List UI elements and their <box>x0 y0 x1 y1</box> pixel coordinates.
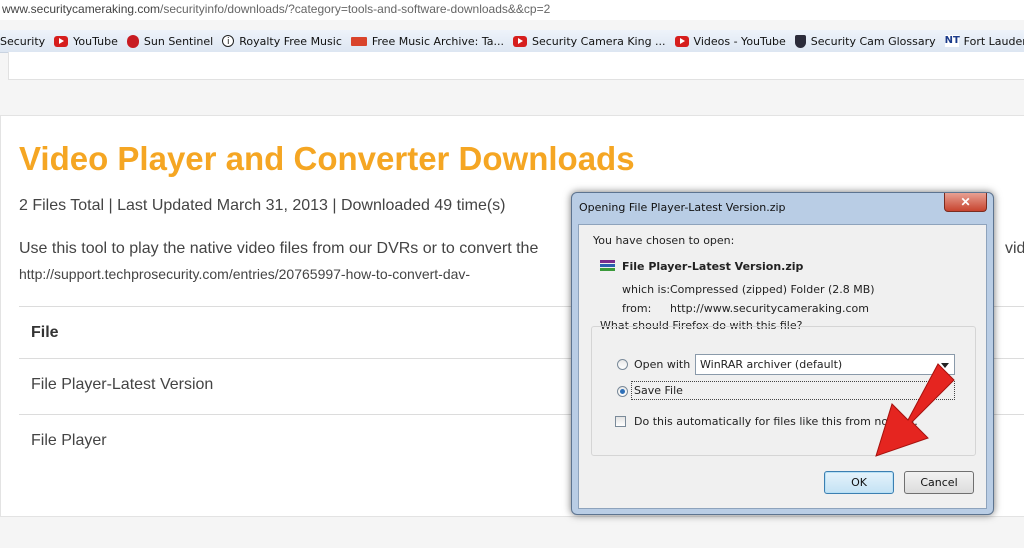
bookmark-label: Videos - YouTube <box>693 34 786 48</box>
auto-checkbox[interactable] <box>615 416 626 427</box>
open-with-label[interactable]: Open with <box>634 358 690 371</box>
sun-sentinel-icon <box>126 34 139 48</box>
cancel-button[interactable]: Cancel <box>904 471 974 494</box>
bookmark-label: Royalty Free Music <box>239 34 342 48</box>
file-name: File Player-Latest Version.zip <box>622 260 804 273</box>
youtube-icon <box>513 35 527 47</box>
open-with-radio[interactable] <box>617 359 628 370</box>
dialog-title: Opening File Player-Latest Version.zip <box>579 201 786 214</box>
bookmark-label: Fort Lauderdale and P... <box>963 34 1024 48</box>
bookmark-label: Sun Sentinel <box>143 34 214 48</box>
file-type: Compressed (zipped) Folder (2.8 MB) <box>670 283 875 296</box>
support-link[interactable]: http://support.techprosecurity.com/entri… <box>19 266 470 282</box>
bookmark-youtube[interactable]: YouTube <box>54 35 118 48</box>
which-is-label: which is: <box>622 283 671 296</box>
bookmark-label: Security <box>0 34 46 48</box>
url-domain: www.securitycameraking.com <box>2 2 161 16</box>
zip-archive-icon <box>600 260 615 274</box>
close-button[interactable]: ✕ <box>944 193 987 212</box>
source-url: http://www.securitycameraking.com <box>670 302 869 315</box>
description-line: Use this tool to play the native video f… <box>19 240 1024 258</box>
save-file-radio[interactable] <box>617 386 628 397</box>
royalty-free-icon: i <box>222 35 235 47</box>
download-meta: 2 Files Total | Last Updated March 31, 2… <box>19 197 506 214</box>
from-label: from: <box>622 302 652 315</box>
download-dialog: Opening File Player-Latest Version.zip ✕… <box>571 192 994 515</box>
bookmark-sun-sentinel[interactable]: Sun Sentinel <box>126 34 214 48</box>
open-with-value: WinRAR archiver (default) <box>700 358 843 371</box>
bookmark-security-camera-king[interactable]: Security Camera King ... <box>513 35 666 48</box>
youtube-icon <box>674 35 689 47</box>
page-title: Video Player and Converter Downloads <box>19 140 635 177</box>
ok-button[interactable]: OK <box>824 471 894 494</box>
url-path: /securityinfo/downloads/?category=tools-… <box>160 2 551 16</box>
bookmark-label: Security Cam Glossary <box>810 34 936 48</box>
save-file-label[interactable]: Save File <box>634 384 683 397</box>
file-link-latest[interactable]: File Player-Latest Version <box>31 376 213 394</box>
file-link-player[interactable]: File Player <box>31 432 107 450</box>
fma-icon <box>350 36 367 46</box>
bookmark-security-cam-glossary[interactable]: Security Cam Glossary <box>794 34 936 48</box>
youtube-icon <box>54 35 69 47</box>
bookmark-label: YouTube <box>73 34 118 48</box>
bookmark-label: Free Music Archive: Ta... <box>371 34 504 48</box>
nt-icon: NT <box>944 35 960 47</box>
bookmark-label: Security Camera King ... <box>532 34 666 48</box>
table-header-file: File <box>31 324 59 341</box>
bookmark-royalty-free-music[interactable]: i Royalty Free Music <box>222 35 342 48</box>
bookmark-videos-youtube[interactable]: Videos - YouTube <box>674 34 786 48</box>
address-bar[interactable]: www.securitycameraking.com/securityinfo/… <box>0 0 1024 20</box>
chosen-label: You have chosen to open: <box>593 234 735 247</box>
red-arrow-icon <box>875 363 955 457</box>
description-tail: vide <box>1005 240 1024 257</box>
bookmarks-toolbar: Security YouTube Sun Sentinel i Royalty F… <box>0 30 1024 53</box>
bookmark-security[interactable]: Security <box>0 35 45 48</box>
previous-card <box>8 52 1024 80</box>
bookmark-fort-lauderdale[interactable]: NTFort Lauderdale and P... <box>944 34 1024 48</box>
bookmark-free-music-archive[interactable]: Free Music Archive: Ta... <box>350 34 504 48</box>
shield-icon <box>794 34 806 48</box>
description-text: Use this tool to play the native video f… <box>19 240 539 257</box>
